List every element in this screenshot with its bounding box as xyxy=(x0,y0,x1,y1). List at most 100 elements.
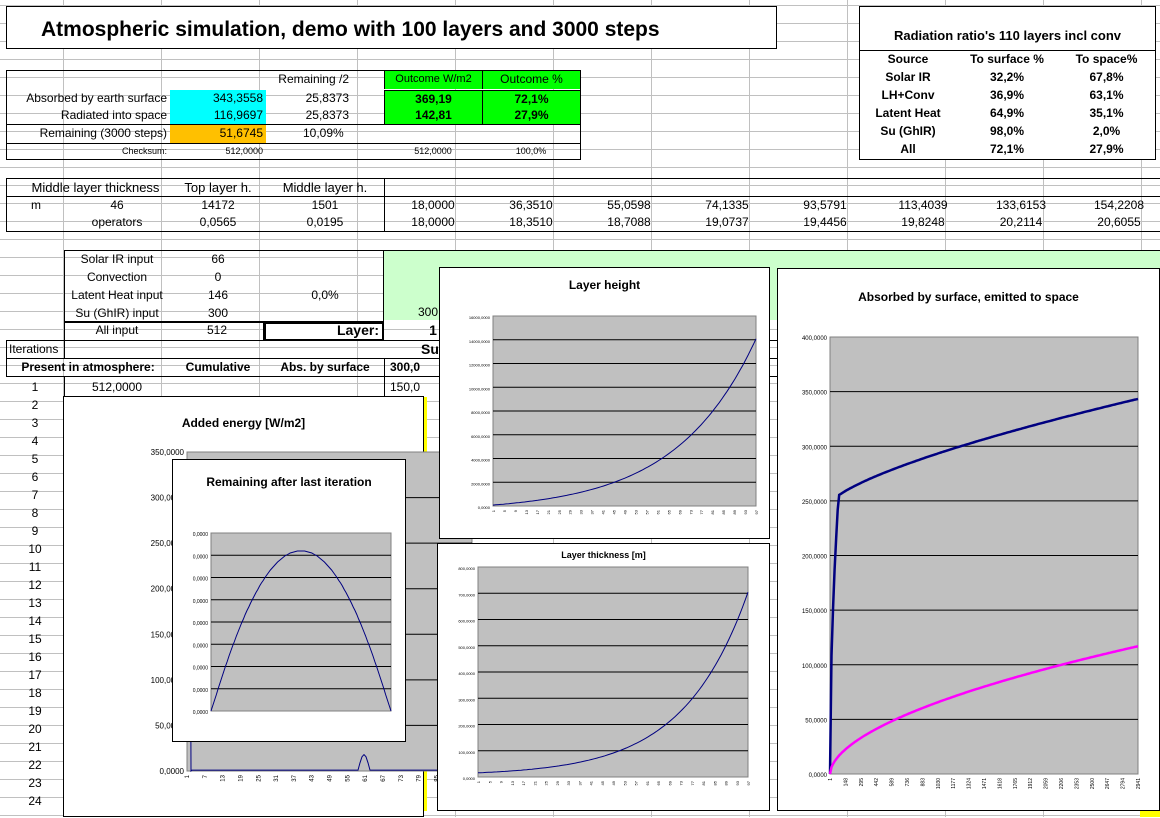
iter-h1[interactable]: Present in atmosphere: xyxy=(6,359,170,377)
checksum-label[interactable]: Checksum: xyxy=(6,143,170,161)
iterations-label[interactable]: Iterations xyxy=(6,341,64,359)
iter-number-13[interactable]: 14 xyxy=(6,613,64,631)
layer-op-col-7[interactable]: 20,6055 xyxy=(1070,214,1160,232)
iter-h2[interactable]: Cumulative xyxy=(170,359,266,377)
checksum-p[interactable]: 100,0% xyxy=(482,143,580,161)
iter-number-12[interactable]: 13 xyxy=(6,595,64,613)
iter-number-23[interactable]: 24 xyxy=(6,793,64,811)
layer-thickness-chart[interactable]: Layer thickness [m] 0,0000 100,0000 200,00… xyxy=(437,543,770,811)
row-absorbed-remaining[interactable]: 25,8373 xyxy=(266,90,352,108)
iter-number-15[interactable]: 16 xyxy=(6,649,64,667)
layer-height-chart[interactable]: Layer height 0,0000 2000,0000 4000,0000 600… xyxy=(439,267,770,539)
header-remaining[interactable]: Remaining /2 xyxy=(268,71,352,89)
layers-op-label[interactable]: operators xyxy=(64,214,170,232)
layers-m-top[interactable]: 14172 xyxy=(170,197,266,215)
layer-op-col-6[interactable]: 20,2114 xyxy=(972,214,1070,232)
title-cell[interactable]: Atmospheric simulation, demo with 100 la… xyxy=(6,6,777,49)
iter-number-4[interactable]: 5 xyxy=(6,451,64,469)
layer-m-col-4[interactable]: 93,5791 xyxy=(776,197,874,215)
input-value-2[interactable]: 146 xyxy=(170,287,266,305)
input-value-3[interactable]: 300 xyxy=(170,305,266,323)
input-label-3[interactable]: Su (GhIR) input xyxy=(64,305,170,323)
ratios-surface-1[interactable]: 36,9% xyxy=(957,87,1057,105)
iter-partial-0[interactable]: 150,0 xyxy=(387,379,427,397)
layer-op-col-2[interactable]: 18,7088 xyxy=(580,214,678,232)
layer-m-col-2[interactable]: 55,0598 xyxy=(580,197,678,215)
checksum-value[interactable]: 512,0000 xyxy=(170,143,266,161)
input-label-0[interactable]: Solar IR input xyxy=(64,251,170,269)
iter-h3[interactable]: Abs. by surface xyxy=(266,359,384,377)
ratios-space-1[interactable]: 63,1% xyxy=(1057,87,1156,105)
layers-m-middle[interactable]: 1501 xyxy=(266,197,384,215)
iter-number-7[interactable]: 8 xyxy=(6,505,64,523)
row-radiated-outcome-p[interactable]: 27,9% xyxy=(482,107,580,125)
iter-number-2[interactable]: 3 xyxy=(6,415,64,433)
iter-number-22[interactable]: 23 xyxy=(6,775,64,793)
ratios-space-4[interactable]: 27,9% xyxy=(1057,141,1156,159)
remaining-chart[interactable]: Remaining after last iteration 0,0000 0,0… xyxy=(172,459,406,742)
row-radiated-label[interactable]: Radiated into space xyxy=(6,107,170,125)
ratios-space-2[interactable]: 35,1% xyxy=(1057,105,1156,123)
layers-m-thickness[interactable]: 46 xyxy=(64,197,170,215)
ratios-title[interactable]: Radiation ratio's 110 layers incl conv xyxy=(859,27,1156,45)
row-absorbed-outcome-p[interactable]: 72,1% xyxy=(482,90,580,108)
iter-number-18[interactable]: 19 xyxy=(6,703,64,721)
all-input-label[interactable]: All input xyxy=(64,322,170,340)
ratios-header-source[interactable]: Source xyxy=(859,51,957,69)
row-radiated-remaining[interactable]: 25,8373 xyxy=(266,107,352,125)
iter-number-11[interactable]: 12 xyxy=(6,577,64,595)
iter-row1-value[interactable]: 512,0000 xyxy=(64,379,170,397)
row-remaining-value[interactable]: 51,6745 xyxy=(170,125,266,143)
iter-number-5[interactable]: 6 xyxy=(6,469,64,487)
checksum-w[interactable]: 512,0000 xyxy=(384,143,482,161)
layers-m-label[interactable]: m xyxy=(28,197,68,215)
layer-op-col-0[interactable]: 18,0000 xyxy=(384,214,482,232)
ratios-source-1[interactable]: LH+Conv xyxy=(859,87,957,105)
row-remaining-label[interactable]: Remaining (3000 steps) xyxy=(6,125,170,143)
all-input-value[interactable]: 512 xyxy=(170,322,264,340)
layer-op-col-3[interactable]: 19,0737 xyxy=(678,214,776,232)
layers-h2[interactable]: Top layer h. xyxy=(170,179,266,197)
iter-number-3[interactable]: 4 xyxy=(6,433,64,451)
header-outcome-p[interactable]: Outcome % xyxy=(482,71,580,89)
header-outcome-w[interactable]: Outcome W/m2 xyxy=(384,71,482,89)
iter-number-17[interactable]: 18 xyxy=(6,685,64,703)
iter-number-19[interactable]: 20 xyxy=(6,721,64,739)
iter-number-1[interactable]: 2 xyxy=(6,397,64,415)
absorbed-chart[interactable]: Absorbed by surface, emitted to space 0,… xyxy=(777,268,1160,811)
layer-m-col-7[interactable]: 154,2208 xyxy=(1070,197,1160,215)
input-value-1[interactable]: 0 xyxy=(170,269,266,287)
ratios-space-0[interactable]: 67,8% xyxy=(1057,69,1156,87)
iter-number-16[interactable]: 17 xyxy=(6,667,64,685)
ratios-surface-2[interactable]: 64,9% xyxy=(957,105,1057,123)
row-radiated-value[interactable]: 116,9697 xyxy=(170,107,266,125)
layer-m-col-1[interactable]: 36,3510 xyxy=(482,197,580,215)
row-absorbed-outcome-w[interactable]: 369,19 xyxy=(384,90,482,108)
row-absorbed-label[interactable]: Absorbed by earth surface xyxy=(6,90,170,108)
ratios-source-0[interactable]: Solar IR xyxy=(859,69,957,87)
layers-h3[interactable]: Middle layer h. xyxy=(266,179,384,197)
layers-h1[interactable]: Middle layer thickness xyxy=(18,179,173,197)
ratios-source-4[interactable]: All xyxy=(859,141,957,159)
ratios-space-3[interactable]: 2,0% xyxy=(1057,123,1156,141)
row-remaining-percent[interactable]: 10,09% xyxy=(300,125,380,143)
layers-op-top[interactable]: 0,0565 xyxy=(170,214,266,232)
row-absorbed-value[interactable]: 343,3558 xyxy=(170,90,266,108)
input-label-2[interactable]: Latent Heat input xyxy=(64,287,170,305)
layer-op-col-5[interactable]: 19,8248 xyxy=(874,214,972,232)
layer-op-col-1[interactable]: 18,3510 xyxy=(482,214,580,232)
layers-op-middle[interactable]: 0,0195 xyxy=(266,214,384,232)
ratios-header-surface[interactable]: To surface % xyxy=(957,51,1057,69)
iter-number-9[interactable]: 10 xyxy=(6,541,64,559)
ratios-surface-3[interactable]: 98,0% xyxy=(957,123,1057,141)
row-radiated-outcome-w[interactable]: 142,81 xyxy=(384,107,482,125)
layer-m-col-6[interactable]: 133,6153 xyxy=(972,197,1070,215)
ratios-source-2[interactable]: Latent Heat xyxy=(859,105,957,123)
iter-h4[interactable]: 300,0 xyxy=(387,359,447,377)
ratios-source-3[interactable]: Su (GhIR) xyxy=(859,123,957,141)
input-extra-2[interactable]: 0,0% xyxy=(266,287,384,305)
ratios-surface-4[interactable]: 72,1% xyxy=(957,141,1057,159)
ratios-header-space[interactable]: To space% xyxy=(1057,51,1156,69)
iter-number-14[interactable]: 15 xyxy=(6,631,64,649)
iter-number-10[interactable]: 11 xyxy=(6,559,64,577)
